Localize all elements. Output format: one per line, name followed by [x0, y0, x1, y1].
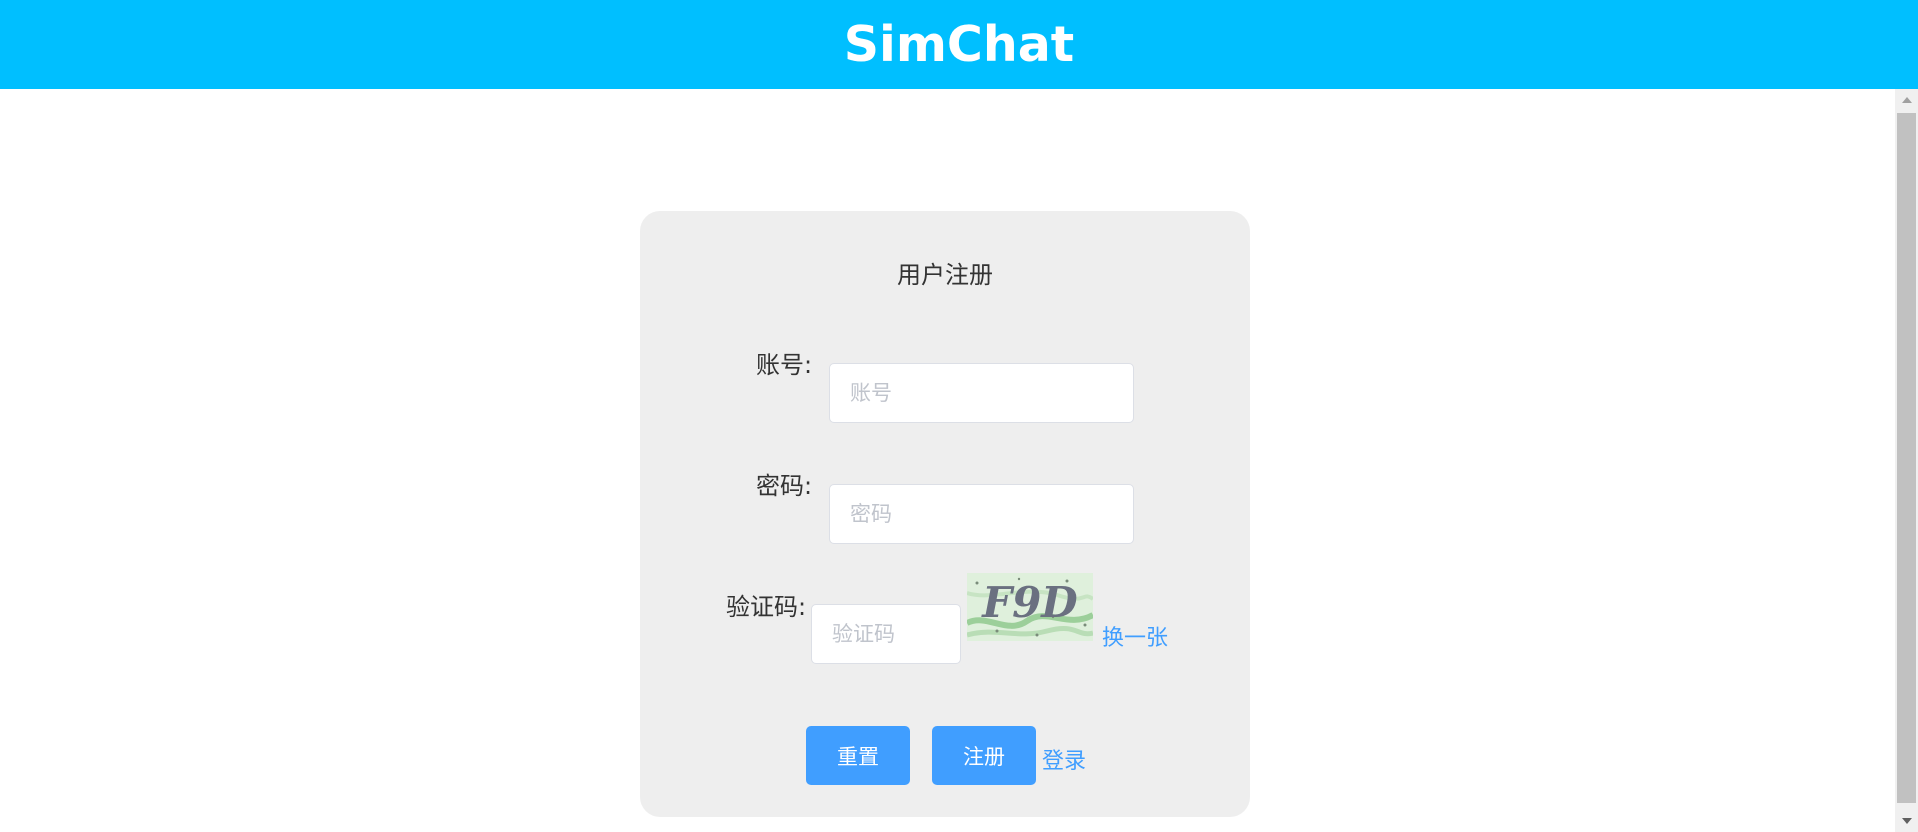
- account-input[interactable]: [829, 363, 1134, 423]
- account-label: 账号:: [756, 351, 813, 379]
- captcha-image[interactable]: F9D: [967, 573, 1093, 641]
- app-title: SimChat: [843, 16, 1075, 73]
- captcha-text: F9D: [981, 578, 1078, 627]
- scroll-up-button[interactable]: [1895, 89, 1918, 111]
- captcha-input[interactable]: [811, 604, 961, 664]
- register-button[interactable]: 注册: [932, 726, 1036, 785]
- reset-button[interactable]: 重置: [806, 726, 910, 785]
- vertical-scrollbar[interactable]: [1895, 89, 1918, 832]
- captcha-label: 验证码:: [726, 593, 807, 621]
- refresh-captcha-link[interactable]: 换一张: [1102, 620, 1168, 652]
- scroll-down-button[interactable]: [1895, 810, 1918, 832]
- app-header: SimChat: [0, 0, 1918, 89]
- password-label: 密码:: [756, 472, 813, 500]
- login-link[interactable]: 登录: [1042, 743, 1086, 775]
- scroll-up-arrow-icon: [1901, 97, 1912, 103]
- form-title: 用户注册: [897, 261, 993, 289]
- password-input[interactable]: [829, 484, 1134, 544]
- scroll-down-arrow-icon: [1901, 818, 1912, 824]
- scroll-thumb[interactable]: [1897, 113, 1916, 803]
- register-card: 用户注册 账号: 密码: 验证码: F9D 换一张 重置 注册 登录: [640, 211, 1250, 817]
